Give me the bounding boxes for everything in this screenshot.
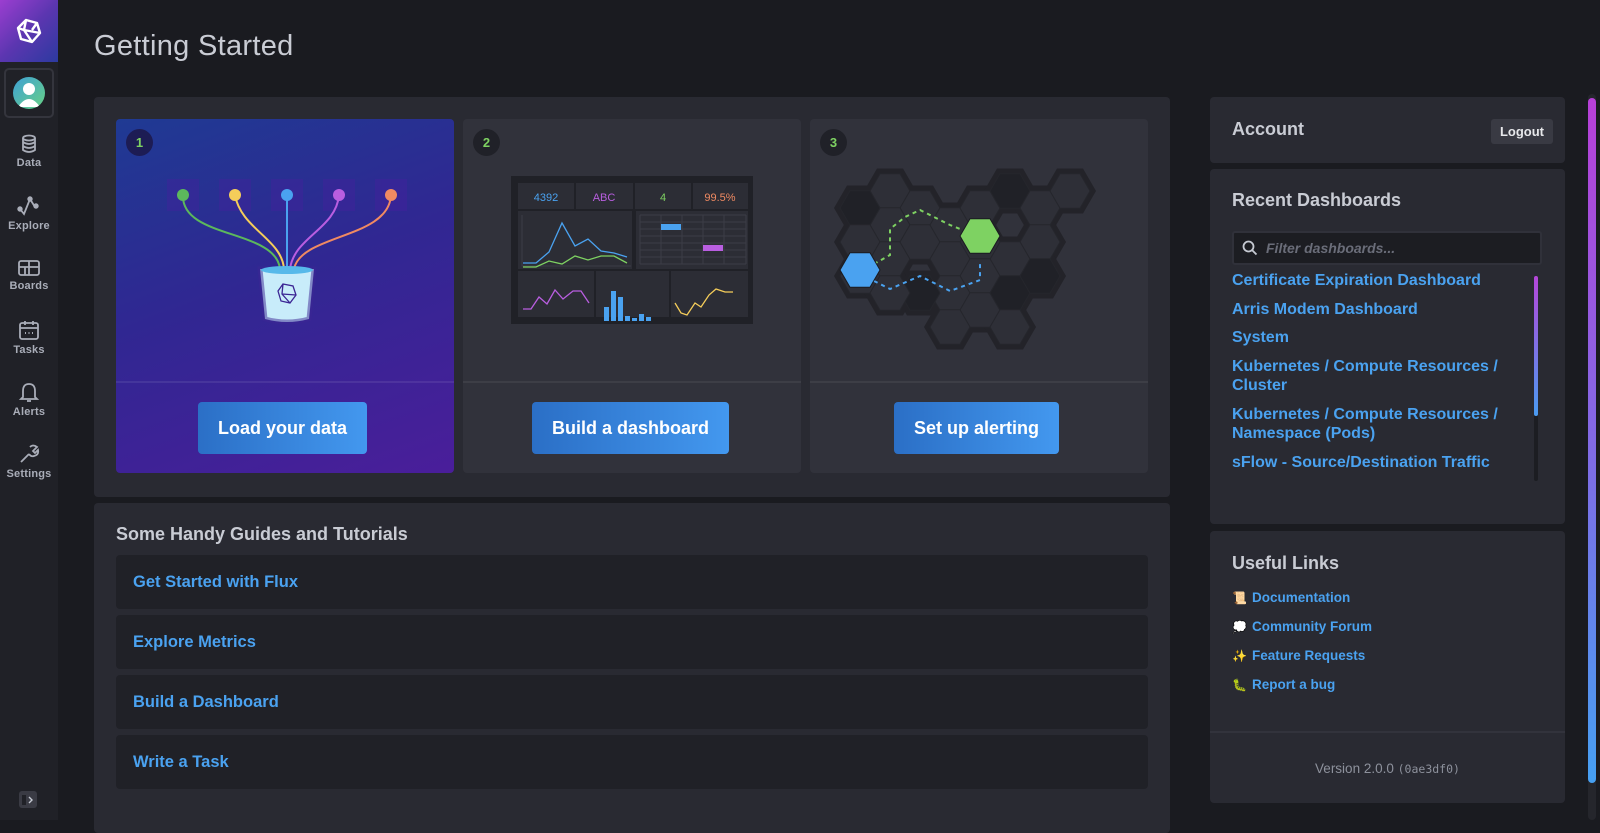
expand-sidebar-button[interactable]: [19, 791, 37, 808]
recent-dashboard-link[interactable]: sFlow - Source/Destination Traffic: [1232, 453, 1522, 473]
scrollbar-thumb[interactable]: [1588, 98, 1596, 783]
link-community-forum[interactable]: 💭 Community Forum: [1232, 619, 1372, 634]
version-commit: (0ae3df0): [1397, 762, 1460, 776]
bug-icon: 🐛: [1232, 677, 1247, 692]
divider: [1210, 731, 1565, 733]
step-card-set-up-alerting: 3 Set up alerting: [810, 119, 1148, 473]
recent-dashboards-scrollbar[interactable]: [1534, 276, 1538, 481]
sidebar-item-label: Boards: [9, 279, 49, 292]
sidebar-item-boards[interactable]: Boards: [0, 244, 58, 306]
preview-stat: 4: [660, 192, 666, 204]
preview-stat: ABC: [593, 192, 616, 204]
recent-dashboard-link[interactable]: Arris Modem Dashboard: [1232, 300, 1522, 320]
filter-dashboards-input[interactable]: [1266, 240, 1526, 256]
thought-bubble-icon: 💭: [1232, 619, 1247, 634]
recent-dashboard-link[interactable]: Certificate Expiration Dashboard: [1232, 271, 1522, 291]
bell-icon: [18, 382, 40, 402]
sidebar-item-explore[interactable]: Explore: [0, 182, 58, 244]
version-info: Version 2.0.0 (0ae3df0): [1210, 761, 1565, 776]
data-sources-bucket-illustration: [167, 179, 407, 325]
hexagon-network-illustration: [834, 168, 1096, 350]
database-icon: [22, 134, 36, 153]
logo[interactable]: [0, 0, 58, 62]
sidebar-item-label: Explore: [8, 219, 50, 232]
guides-title: Some Handy Guides and Tutorials: [116, 524, 408, 544]
source-dot: [385, 189, 397, 201]
set-up-alerting-button[interactable]: Set up alerting: [894, 402, 1060, 454]
source-dot: [229, 189, 241, 201]
link-label[interactable]: Documentation: [1252, 590, 1350, 605]
sidebar-item-tasks[interactable]: Tasks: [0, 306, 58, 368]
guide-label[interactable]: Build a Dashboard: [133, 693, 279, 712]
sidebar-item-data[interactable]: Data: [0, 120, 58, 182]
dashboard-preview-illustration: 4392 ABC 4 99.5%: [511, 176, 753, 324]
source-dot: [177, 189, 189, 201]
recent-dashboards-title: Recent Dashboards: [1232, 190, 1402, 210]
recent-dashboards-list: Certificate Expiration Dashboard Arris M…: [1232, 271, 1522, 489]
step-number: 1: [126, 129, 153, 156]
build-a-dashboard-button[interactable]: Build a dashboard: [532, 402, 730, 454]
influxdb-logo-icon: [16, 18, 42, 44]
guide-link-flux[interactable]: Get Started with Flux: [116, 555, 1148, 609]
recent-dashboard-link[interactable]: System: [1232, 328, 1522, 348]
preview-stat: 4392: [534, 192, 558, 204]
filter-dashboards-field[interactable]: [1232, 231, 1542, 265]
link-feature-requests[interactable]: ✨ Feature Requests: [1232, 648, 1365, 663]
link-label[interactable]: Feature Requests: [1252, 648, 1365, 663]
useful-links-title: Useful Links: [1232, 553, 1340, 573]
logout-button[interactable]: Logout: [1490, 119, 1553, 144]
sidebar-item-label: Tasks: [13, 343, 45, 356]
dashboard-grid-icon: [18, 259, 40, 276]
guide-link-build-dashboard[interactable]: Build a Dashboard: [116, 675, 1148, 729]
source-dot: [333, 189, 345, 201]
load-your-data-button[interactable]: Load your data: [198, 402, 368, 454]
step-card-build-dashboard: 2 4392 ABC 4 99.5% Build a dashboard: [463, 119, 801, 473]
getting-started-steps-panel: 1 Load your data 2 4392 ABC 4 99.5% Buil…: [94, 97, 1170, 497]
guide-label[interactable]: Write a Task: [133, 753, 229, 772]
sidebar-item-label: Settings: [6, 467, 52, 480]
sidebar-item-alerts[interactable]: Alerts: [0, 368, 58, 430]
useful-links-panel: Useful Links 📜 Documentation 💭 Community…: [1210, 531, 1565, 803]
calendar-icon: [19, 320, 39, 340]
guides-panel: Some Handy Guides and Tutorials Get Star…: [94, 503, 1170, 833]
divider: [810, 381, 1148, 383]
main-content: Getting Started 1 Load your data 2 4392 …: [58, 0, 1600, 833]
user-avatar-button[interactable]: [4, 68, 54, 118]
step-card-load-data: 1 Load your data: [116, 119, 454, 473]
page-scrollbar[interactable]: [1588, 94, 1596, 820]
guide-link-explore-metrics[interactable]: Explore Metrics: [116, 615, 1148, 669]
scroll-icon: 📜: [1232, 590, 1247, 605]
wrench-icon: [20, 444, 40, 463]
source-dot: [281, 189, 293, 201]
guide-label[interactable]: Get Started with Flux: [133, 573, 298, 592]
recent-dashboard-link[interactable]: Kubernetes / Compute Resources / Cluster: [1232, 357, 1522, 396]
link-label[interactable]: Community Forum: [1252, 619, 1372, 634]
recent-dashboards-panel: Recent Dashboards Certificate Expiration…: [1210, 169, 1565, 524]
account-panel: Account Logout: [1210, 97, 1565, 163]
sparkles-icon: ✨: [1232, 648, 1247, 663]
recent-dashboard-link[interactable]: Kubernetes / Compute Resources / Namespa…: [1232, 405, 1522, 444]
sidebar-item-settings[interactable]: Settings: [0, 430, 58, 492]
divider: [463, 381, 801, 383]
sidebar-item-label: Data: [16, 156, 42, 169]
guide-label[interactable]: Explore Metrics: [133, 633, 256, 652]
guide-link-write-task[interactable]: Write a Task: [116, 735, 1148, 789]
sidebar: Data Explore Boards Tasks Alerts Setting…: [0, 0, 58, 820]
account-title: Account: [1232, 119, 1304, 139]
scrollbar-thumb[interactable]: [1534, 276, 1538, 416]
link-documentation[interactable]: 📜 Documentation: [1232, 590, 1350, 605]
divider: [116, 381, 454, 383]
preview-stat: 99.5%: [704, 192, 735, 204]
version-label: Version 2.0.0: [1315, 761, 1394, 776]
link-label[interactable]: Report a bug: [1252, 677, 1335, 692]
search-icon: [1242, 240, 1258, 256]
expand-sidebar-icon: [22, 794, 33, 805]
graph-line-icon: [17, 195, 39, 216]
sidebar-item-label: Alerts: [12, 405, 46, 418]
link-report-bug[interactable]: 🐛 Report a bug: [1232, 677, 1335, 692]
user-avatar-icon: [13, 77, 45, 109]
page-title: Getting Started: [94, 30, 294, 62]
